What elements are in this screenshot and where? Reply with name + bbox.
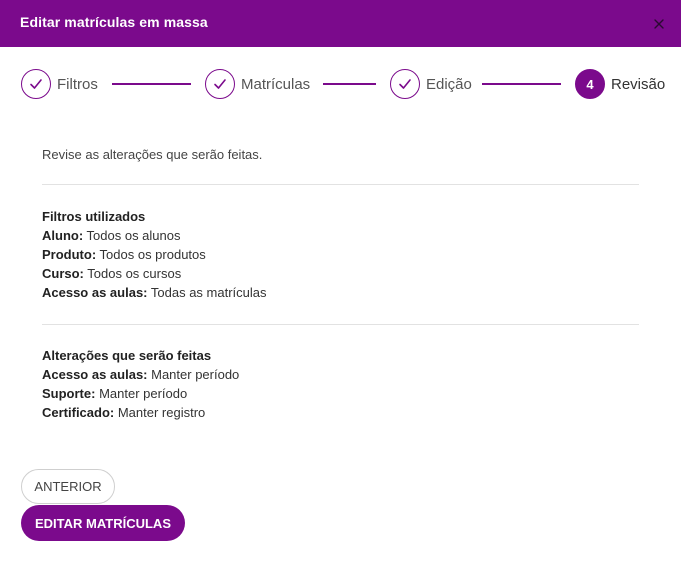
step-edicao-label: Edição bbox=[426, 75, 472, 93]
filters-section: Filtros utilizados Aluno: Todos os aluno… bbox=[42, 207, 639, 302]
change-row-certificado: Certificado: Manter registro bbox=[42, 403, 639, 422]
modal-title: Editar matrículas em massa bbox=[20, 14, 208, 30]
change-value: Manter registro bbox=[114, 405, 206, 420]
step-connector bbox=[112, 83, 191, 85]
filter-value: Todas as matrículas bbox=[147, 285, 267, 300]
check-icon bbox=[214, 79, 226, 89]
filter-key: Aluno: bbox=[42, 228, 84, 243]
change-row-suporte: Suporte: Manter período bbox=[42, 384, 639, 403]
step-matriculas: Matrículas bbox=[205, 68, 310, 100]
edit-enrollments-button[interactable]: EDITAR MATRÍCULAS bbox=[21, 505, 185, 541]
step-revisao-circle: 4 bbox=[575, 69, 605, 99]
filter-value: Todos os alunos bbox=[83, 228, 181, 243]
modal-header: Editar matrículas em massa bbox=[0, 0, 681, 47]
changes-section: Alterações que serão feitas Acesso as au… bbox=[42, 346, 639, 422]
change-row-acesso: Acesso as aulas: Manter período bbox=[42, 365, 639, 384]
step-filtros: Filtros bbox=[21, 68, 98, 100]
filter-row-acesso: Acesso as aulas: Todas as matrículas bbox=[42, 283, 639, 302]
check-icon bbox=[30, 79, 42, 89]
filter-key: Curso: bbox=[42, 266, 84, 281]
step-filtros-circle bbox=[21, 69, 51, 99]
divider bbox=[42, 324, 639, 325]
changes-title: Alterações que serão feitas bbox=[42, 348, 212, 363]
filter-row-aluno: Aluno: Todos os alunos bbox=[42, 226, 639, 245]
step-edicao: Edição bbox=[390, 68, 472, 100]
change-key: Certificado: bbox=[42, 405, 115, 420]
filters-title: Filtros utilizados bbox=[42, 209, 146, 224]
close-icon bbox=[654, 19, 664, 29]
filter-key: Produto: bbox=[42, 247, 97, 262]
review-content: Revise as alterações que serão feitas. F… bbox=[42, 146, 639, 422]
change-key: Acesso as aulas: bbox=[42, 367, 148, 382]
previous-button[interactable]: ANTERIOR bbox=[21, 469, 115, 504]
filter-key: Acesso as aulas: bbox=[42, 285, 148, 300]
check-icon bbox=[399, 79, 411, 89]
filter-value: Todos os produtos bbox=[96, 247, 206, 262]
filter-row-curso: Curso: Todos os cursos bbox=[42, 264, 639, 283]
step-connector bbox=[482, 83, 561, 85]
filter-value: Todos os cursos bbox=[83, 266, 182, 281]
close-button[interactable] bbox=[651, 16, 667, 32]
change-value: Manter período bbox=[95, 386, 188, 401]
change-value: Manter período bbox=[147, 367, 240, 382]
step-revisao: 4 Revisão bbox=[575, 68, 665, 100]
change-key: Suporte: bbox=[42, 386, 96, 401]
step-connector bbox=[323, 83, 376, 85]
step-edicao-circle bbox=[390, 69, 420, 99]
step-revisao-label: Revisão bbox=[611, 75, 666, 93]
step-matriculas-label: Matrículas bbox=[241, 75, 311, 93]
filter-row-produto: Produto: Todos os produtos bbox=[42, 245, 639, 264]
step-matriculas-circle bbox=[205, 69, 235, 99]
divider bbox=[42, 184, 639, 185]
stepper: Filtros Matrículas Edição 4 Revisão bbox=[0, 68, 681, 100]
step-filtros-label: Filtros bbox=[57, 75, 98, 93]
review-intro: Revise as alterações que serão feitas. bbox=[42, 147, 263, 162]
